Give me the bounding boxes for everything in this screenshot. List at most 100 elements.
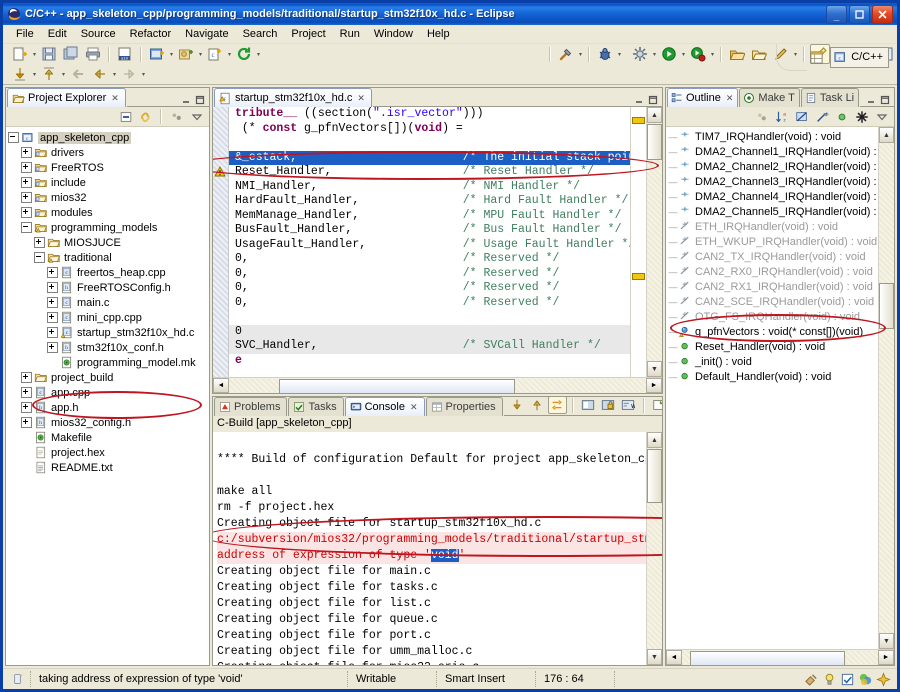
tree-item[interactable]: README.txt bbox=[8, 460, 209, 475]
editor-annotation-ruler[interactable] bbox=[213, 107, 229, 377]
tree-item[interactable]: programming_model.mk bbox=[8, 355, 209, 370]
tree-item[interactable]: capp_skeleton_cpp bbox=[8, 130, 209, 145]
tab-project-explorer[interactable]: Project Explorer ✕ bbox=[7, 88, 126, 107]
next-annotation-dropdown-icon[interactable]: ▾ bbox=[31, 65, 38, 83]
console-vertical-scrollbar[interactable]: ▲ ▼ bbox=[646, 432, 662, 665]
scroll-track[interactable] bbox=[879, 143, 894, 633]
tree-item[interactable]: hFreeRTOSConfig.h bbox=[8, 280, 209, 295]
tab-tasks[interactable]: Tasks bbox=[288, 397, 343, 416]
forward-left-icon[interactable] bbox=[90, 64, 110, 84]
editor-horizontal-scrollbar[interactable]: ◄ ► bbox=[213, 377, 662, 393]
view-menu-icon[interactable] bbox=[167, 108, 186, 126]
menu-search[interactable]: Search bbox=[236, 27, 285, 41]
prev-annotation-icon[interactable] bbox=[39, 64, 59, 84]
outline-item[interactable]: —DMA2_Channel1_IRQHandler(void) : void bbox=[668, 144, 878, 159]
sort-az-icon[interactable]: az bbox=[772, 108, 791, 126]
minimize-button[interactable]: _ bbox=[826, 5, 847, 24]
debug-bug-icon[interactable] bbox=[595, 44, 615, 64]
print-icon[interactable] bbox=[83, 44, 103, 64]
tree-item[interactable]: cfreertos_heap.cpp bbox=[8, 265, 209, 280]
refresh-icon[interactable] bbox=[234, 44, 254, 64]
tab-console[interactable]: Console ✕ bbox=[345, 397, 425, 416]
close-button[interactable] bbox=[872, 5, 893, 24]
outline-item[interactable]: —CAN2_RX1_IRQHandler(void) : void bbox=[668, 279, 878, 294]
run-dropdown-icon[interactable]: ▾ bbox=[680, 45, 687, 63]
pin-console-icon[interactable] bbox=[650, 396, 663, 414]
hscroll-left-button[interactable]: ◄ bbox=[666, 650, 682, 665]
tree-item[interactable]: mios32 bbox=[8, 190, 209, 205]
project-tree-body[interactable]: capp_skeleton_cppdriversFreeRTOSincludem… bbox=[6, 127, 209, 665]
code-line[interactable]: e bbox=[229, 354, 630, 369]
expander-icon[interactable] bbox=[47, 342, 58, 353]
expander-icon[interactable] bbox=[21, 177, 32, 188]
hscroll-track[interactable] bbox=[682, 651, 878, 664]
close-icon[interactable]: ✕ bbox=[357, 93, 365, 104]
outline-item[interactable]: —DMA2_Channel2_IRQHandler(void) : void bbox=[668, 159, 878, 174]
outline-vertical-scrollbar[interactable]: ▲ ▼ bbox=[878, 127, 894, 649]
menu-navigate[interactable]: Navigate bbox=[178, 27, 235, 41]
view-dropdown-icon[interactable] bbox=[187, 108, 206, 126]
new-c-project-dropdown-icon[interactable]: ▾ bbox=[168, 45, 175, 63]
expander-icon[interactable] bbox=[47, 312, 58, 323]
tree-item[interactable]: modules bbox=[8, 205, 209, 220]
tab-properties[interactable]: Properties bbox=[426, 397, 503, 416]
save-all-icon[interactable] bbox=[61, 44, 81, 64]
expander-icon[interactable] bbox=[21, 372, 32, 383]
maximize-icon[interactable] bbox=[647, 94, 658, 105]
back-icon[interactable] bbox=[68, 64, 88, 84]
expander-icon[interactable] bbox=[21, 207, 32, 218]
code-line[interactable]: BusFault_Handler, /* Bus Fault Handler *… bbox=[229, 223, 630, 238]
tree-item[interactable]: project.hex bbox=[8, 445, 209, 460]
maximize-button[interactable] bbox=[849, 5, 870, 24]
code-line[interactable]: (* const g_pfnVectors[])(void) = bbox=[229, 122, 630, 137]
collapse-icon[interactable] bbox=[21, 222, 32, 233]
tree-item[interactable]: cstartup_stm32f10x_hd.c bbox=[8, 325, 209, 340]
tree-item[interactable]: drivers bbox=[8, 145, 209, 160]
code-line[interactable] bbox=[229, 310, 630, 325]
tree-item[interactable]: happ.h bbox=[8, 400, 209, 415]
expander-icon[interactable] bbox=[34, 237, 45, 248]
collapse-icon[interactable] bbox=[8, 132, 19, 143]
tab-problems[interactable]: Problems bbox=[214, 397, 287, 416]
menu-window[interactable]: Window bbox=[367, 27, 420, 41]
code-line[interactable]: 0, /* Reserved */ bbox=[229, 296, 630, 311]
open-type-icon[interactable] bbox=[727, 44, 747, 64]
new-wizard-icon[interactable] bbox=[10, 44, 30, 64]
scroll-thumb[interactable] bbox=[647, 449, 662, 503]
save-icon[interactable] bbox=[39, 44, 59, 64]
console-body[interactable]: **** Build of configuration Default for … bbox=[213, 432, 662, 665]
filters-icon[interactable] bbox=[852, 108, 871, 126]
tree-item[interactable]: hstm32f10x_conf.h bbox=[8, 340, 209, 355]
expander-icon[interactable] bbox=[21, 192, 32, 203]
expander-icon[interactable] bbox=[21, 162, 32, 173]
new-cpp-class-icon[interactable] bbox=[176, 44, 196, 64]
forward-left-dropdown-icon[interactable]: ▾ bbox=[111, 65, 118, 83]
hide-static-icon[interactable]: s bbox=[812, 108, 831, 126]
outline-horizontal-scrollbar[interactable]: ◄ ► bbox=[666, 649, 894, 665]
hscroll-thumb[interactable] bbox=[279, 379, 515, 394]
menu-source[interactable]: Source bbox=[74, 27, 123, 41]
expander-icon[interactable] bbox=[47, 297, 58, 308]
outline-item[interactable]: —ETH_WKUP_IRQHandler(void) : void bbox=[668, 234, 878, 249]
tree-item[interactable]: FreeRTOS bbox=[8, 160, 209, 175]
debug-run-icon[interactable] bbox=[688, 44, 708, 64]
scroll-track[interactable] bbox=[647, 123, 662, 361]
scroll-down-button[interactable]: ▼ bbox=[647, 649, 662, 665]
outline-item[interactable]: —CAN2_RX0_IRQHandler(void) : void bbox=[668, 264, 878, 279]
maximize-icon[interactable] bbox=[879, 94, 890, 105]
editor-vertical-scrollbar[interactable]: ▲ ▼ bbox=[646, 107, 662, 377]
code-line[interactable]: 0, /* Reserved */ bbox=[229, 281, 630, 296]
debug-dropdown-icon[interactable]: ▾ bbox=[616, 45, 623, 63]
tree-item[interactable]: capp.cpp bbox=[8, 385, 209, 400]
close-icon[interactable]: ✕ bbox=[726, 93, 734, 104]
code-line[interactable]: &_estack, /* The initial stack pointer *… bbox=[229, 151, 630, 166]
tree-item[interactable]: cmini_cpp.cpp bbox=[8, 310, 209, 325]
collapse-all-icon[interactable] bbox=[116, 108, 135, 126]
close-icon[interactable]: ✕ bbox=[410, 402, 418, 413]
prev-annotation-dropdown-icon[interactable]: ▾ bbox=[60, 65, 67, 83]
terminate-icon[interactable] bbox=[508, 396, 527, 414]
scroll-lock-icon[interactable] bbox=[599, 396, 618, 414]
tree-item[interactable]: hmios32_config.h bbox=[8, 415, 209, 430]
tab-task-list[interactable]: Task Li bbox=[801, 88, 859, 107]
view-menu-icon[interactable] bbox=[872, 108, 891, 126]
